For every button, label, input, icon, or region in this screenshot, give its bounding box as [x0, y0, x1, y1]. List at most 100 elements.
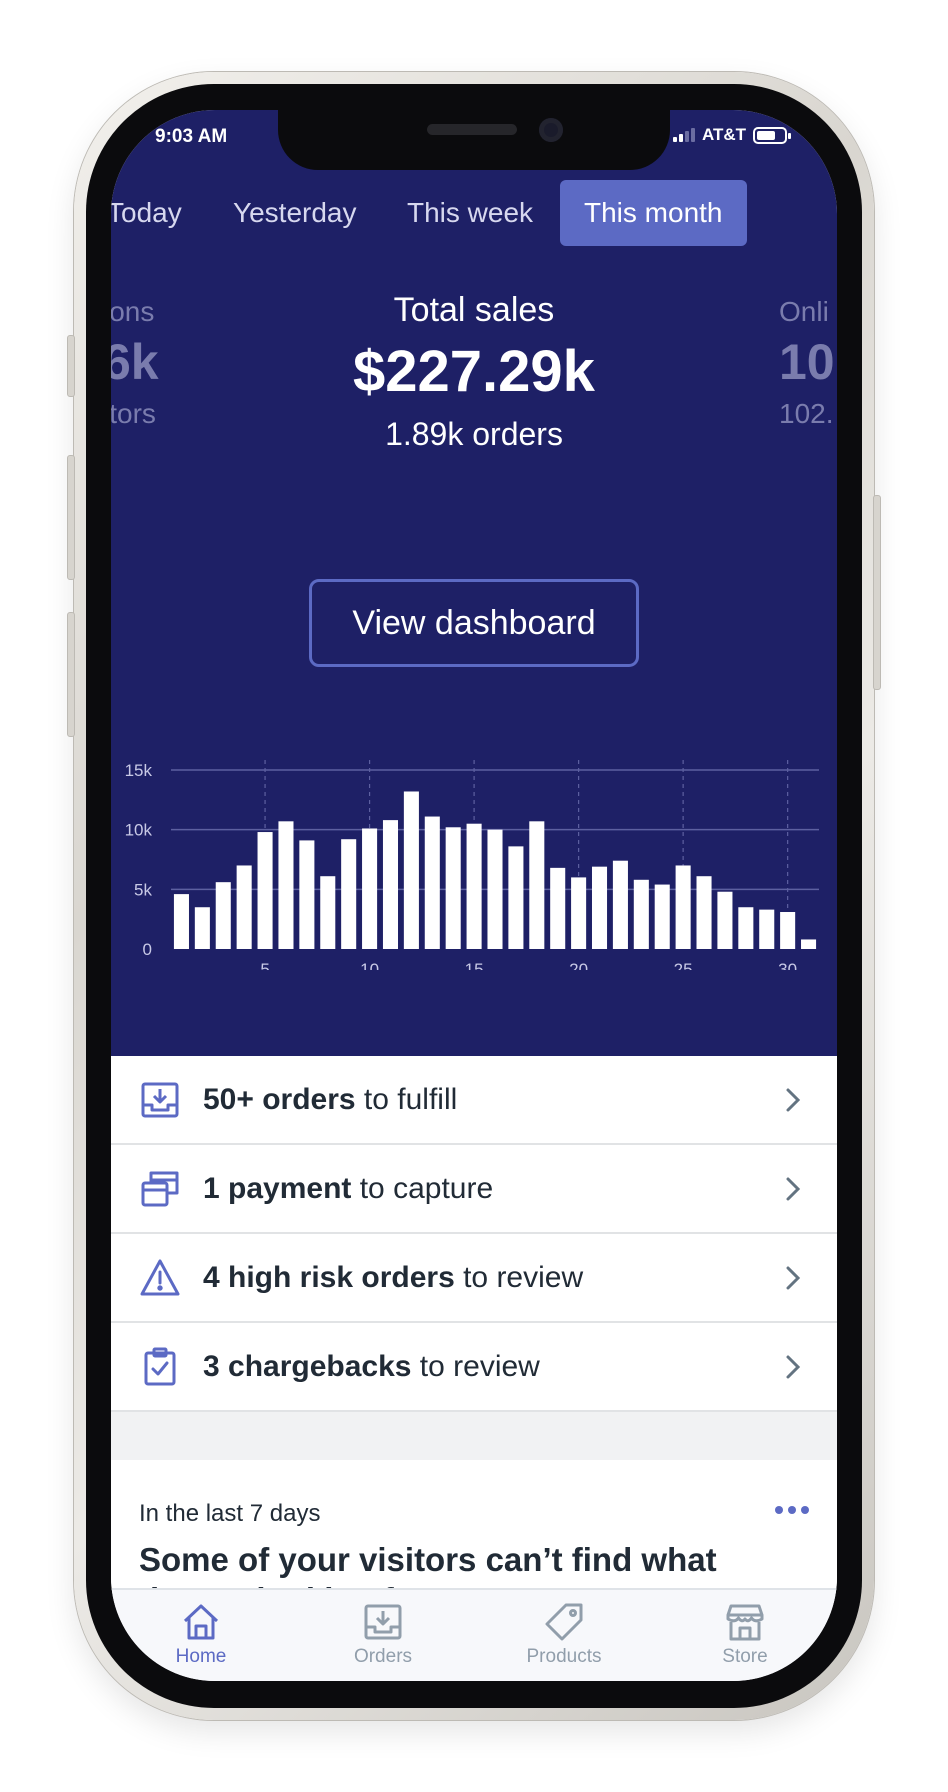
chart-bar: [403, 791, 419, 949]
warning-triangle-icon: [139, 1257, 181, 1299]
insight-subtitle: In the last 7 days: [139, 1500, 321, 1527]
nav-orders-label: Orders: [353, 1646, 413, 1667]
y-tick-label: 5k: [134, 880, 152, 899]
chart-bar: [780, 912, 796, 949]
chart-bar: [362, 828, 378, 949]
task-orders-strong: 50+ orders: [203, 1082, 356, 1116]
y-tick-label: 15k: [125, 761, 153, 780]
chart-bar: [508, 846, 524, 949]
chart-bar: [299, 840, 315, 949]
chart-bar: [759, 909, 775, 949]
tag-icon: [545, 1603, 583, 1641]
chart-bar: [257, 832, 273, 949]
inbox-download-icon: [139, 1079, 181, 1121]
chart-bar: [717, 891, 733, 949]
task-row-payment-to-capture[interactable]: 1 payment to capture: [111, 1145, 837, 1234]
chart-bar: [278, 821, 294, 949]
online-stat-label: Onli: [779, 296, 829, 327]
chart-bar: [424, 816, 440, 949]
bar-chart-svg: 0 5k 10k 15k 5 10 15 20 25 30: [125, 760, 819, 970]
carrier-name: AT&T: [702, 125, 747, 144]
total-orders-count: 1.89k orders: [385, 416, 563, 452]
chart-bar: [591, 866, 608, 949]
total-sales-value: $227.29k: [353, 339, 595, 404]
battery-icon: [753, 126, 792, 144]
status-time: 9:03 AM: [155, 126, 228, 147]
payment-card-icon: [139, 1168, 181, 1210]
power-button: [873, 495, 881, 690]
chart-bar: [633, 879, 649, 949]
earpiece-speaker: [427, 124, 517, 135]
tab-yesterday[interactable]: Yesterday: [233, 180, 357, 246]
chevron-right-icon: [786, 1088, 801, 1112]
online-stat-value: 10: [779, 334, 835, 390]
chart-bar: [571, 877, 587, 949]
task-row-chargebacks[interactable]: 3 chargebacks to review: [111, 1323, 837, 1412]
status-indicators: AT&T: [673, 124, 792, 146]
chart-bar: [173, 894, 189, 949]
tab-today[interactable]: Today: [111, 180, 182, 246]
x-tick-label: 5: [260, 960, 269, 970]
nav-home-label: Home: [175, 1646, 227, 1667]
chart-bar: [236, 865, 252, 949]
tab-this-month[interactable]: This month: [560, 180, 747, 246]
chart-bar: [675, 865, 691, 949]
nav-products-label: Products: [526, 1646, 602, 1667]
chart-bar: [487, 829, 503, 949]
nav-store-label: Store: [722, 1646, 768, 1667]
y-tick-label: 10k: [125, 821, 153, 840]
nav-products[interactable]: Products: [504, 1590, 624, 1681]
chart-bar: [194, 907, 210, 949]
nav-store[interactable]: Store: [685, 1590, 805, 1681]
chart-bar: [320, 876, 336, 949]
chevron-right-icon: [786, 1355, 801, 1379]
volume-down-button: [67, 612, 75, 737]
chart-bar: [445, 827, 461, 949]
tab-this-week[interactable]: This week: [407, 180, 533, 246]
app-screen: 9:03 AM AT&T Today Yesterday This week T…: [111, 110, 837, 1681]
task-payment-rest: to capture: [351, 1171, 494, 1205]
clipboard-check-icon: [139, 1346, 181, 1388]
chart-bar: [529, 821, 545, 949]
daily-sales-chart: 0 5k 10k 15k 5 10 15 20 25 30: [111, 730, 837, 970]
task-row-orders-to-fulfill[interactable]: 50+ orders to fulfill: [111, 1056, 837, 1145]
x-tick-label: 10: [360, 960, 379, 970]
task-list: 50+ orders to fulfill 1 payment to captu…: [111, 1056, 837, 1412]
online-stat-sub: 102.: [779, 398, 834, 429]
chevron-right-icon: [786, 1266, 801, 1290]
nav-home[interactable]: Home: [141, 1590, 261, 1681]
task-payment-strong: 1 payment: [203, 1171, 352, 1205]
sales-hero: 9:03 AM AT&T Today Yesterday This week T…: [111, 110, 837, 1056]
chart-bar: [654, 884, 670, 949]
y-tick-label: 0: [143, 940, 152, 959]
volume-up-button: [67, 455, 75, 580]
store-icon: [726, 1604, 764, 1641]
insight-card[interactable]: In the last 7 days Some of your visitors…: [111, 1460, 837, 1590]
chart-bar: [738, 907, 754, 949]
x-tick-label: 15: [465, 960, 484, 970]
x-tick-label: 30: [778, 960, 797, 970]
section-divider: [111, 1412, 837, 1460]
view-dashboard-button[interactable]: View dashboard: [309, 579, 639, 667]
insight-title: Some of your visitors can’t find what th…: [139, 1541, 717, 1590]
chart-bar: [215, 882, 231, 949]
camera-notch: [278, 110, 670, 170]
bottom-tab-bar: Home Orders Products Store: [111, 1588, 837, 1681]
task-risk-rest: to review: [454, 1260, 584, 1294]
more-options-icon[interactable]: [775, 1498, 809, 1522]
chart-bar: [801, 939, 817, 949]
mute-switch: [67, 335, 75, 397]
task-row-high-risk-orders[interactable]: 4 high risk orders to review: [111, 1234, 837, 1323]
home-icon: [183, 1604, 219, 1640]
period-tabs: Today Yesterday This week This month: [111, 180, 837, 246]
x-tick-label: 25: [674, 960, 693, 970]
nav-orders[interactable]: Orders: [323, 1590, 443, 1681]
chart-bar: [466, 823, 482, 949]
orders-icon: [364, 1604, 402, 1640]
chart-bar: [696, 876, 712, 949]
chart-bar: [382, 820, 399, 949]
front-camera: [539, 118, 563, 142]
total-sales-label: Total sales: [393, 291, 555, 329]
task-orders-rest: to fulfill: [355, 1082, 458, 1116]
x-tick-label: 20: [569, 960, 588, 970]
